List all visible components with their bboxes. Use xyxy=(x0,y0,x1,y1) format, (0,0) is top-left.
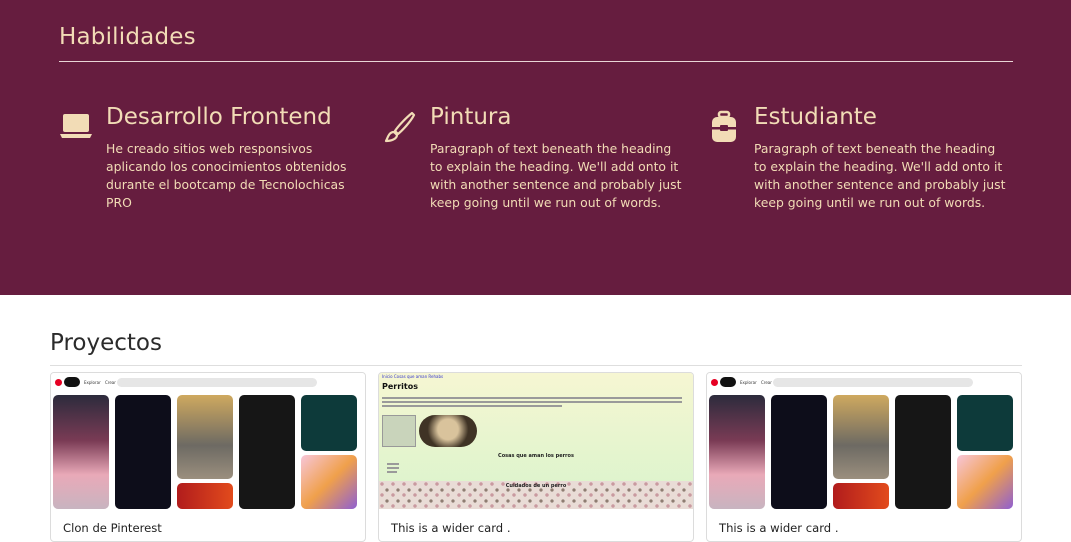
project-card[interactable]: Explorar Crear This is a wider card . xyxy=(706,372,1022,542)
thumb-heading: Perritos xyxy=(382,382,419,391)
thumb-pin-totoro xyxy=(177,395,233,479)
skill-title: Desarrollo Frontend xyxy=(106,104,332,130)
thumb-pin-dark xyxy=(771,395,827,509)
laptop-icon xyxy=(59,110,93,144)
project-thumbnail[interactable]: Explorar Crear xyxy=(51,373,365,509)
thumb-text-line xyxy=(382,397,682,399)
thumb-subheading-1: Cosas que aman los perros xyxy=(498,453,574,459)
thumb-navbar: Explorar Crear xyxy=(51,373,365,393)
thumb-pin-teal xyxy=(957,395,1013,451)
thumb-text-line xyxy=(387,463,399,465)
thumb-pin-keyboard xyxy=(239,395,295,509)
thumb-pug-photo xyxy=(419,415,477,447)
pinterest-logo-icon xyxy=(711,379,718,386)
projects-divider xyxy=(50,365,1022,366)
thumb-subheading-2: Cuidados de un perro xyxy=(505,483,567,489)
thumb-pin-red xyxy=(177,483,233,509)
thumb-pin-keyboard xyxy=(895,395,951,509)
project-card[interactable]: Inicio Cosas que aman Rehabs Perritos Co… xyxy=(378,372,694,542)
thumb-pin-flowers xyxy=(957,455,1013,509)
skill-title: Pintura xyxy=(430,104,512,130)
pinterest-logo-icon xyxy=(55,379,62,386)
project-card-label: This is a wider card . xyxy=(719,521,839,535)
thumb-explore-text: Explorar xyxy=(84,380,101,385)
thumb-text-line xyxy=(382,405,562,407)
skills-title: Habilidades xyxy=(59,24,196,50)
thumb-create-text: Crear xyxy=(105,380,116,385)
thumb-pin-totoro xyxy=(833,395,889,479)
thumb-home-pill xyxy=(64,377,80,387)
projects-title: Proyectos xyxy=(50,330,162,356)
thumb-search-bar xyxy=(773,378,973,387)
thumb-pin-blossom xyxy=(709,395,765,509)
thumb-explore-text: Explorar xyxy=(740,380,757,385)
thumb-search-bar xyxy=(117,378,317,387)
thumb-cat-photo xyxy=(382,415,416,447)
thumb-text-line xyxy=(382,401,682,403)
project-card[interactable]: Explorar Crear Clon de Pinterest xyxy=(50,372,366,542)
skill-description: Paragraph of text beneath the heading to… xyxy=(430,141,682,210)
thumb-pin-blossom xyxy=(53,395,109,509)
thumb-text-line xyxy=(387,467,399,469)
thumb-pin-teal xyxy=(301,395,357,451)
skill-title: Estudiante xyxy=(754,104,877,130)
thumb-create-text: Crear xyxy=(761,380,772,385)
thumb-pin-dark xyxy=(115,395,171,509)
thumb-pin-red xyxy=(833,483,889,509)
project-thumbnail[interactable]: Inicio Cosas que aman Rehabs Perritos Co… xyxy=(379,373,693,509)
thumb-text-line xyxy=(387,471,397,473)
thumb-perritos-page: Inicio Cosas que aman Rehabs Perritos Co… xyxy=(379,373,693,509)
project-card-label: This is a wider card . xyxy=(391,521,511,535)
skills-section: Habilidades Desarrollo Frontend He cread… xyxy=(0,0,1071,295)
skill-description: Paragraph of text beneath the heading to… xyxy=(754,141,1006,210)
project-card-label: Clon de Pinterest xyxy=(63,521,162,535)
project-thumbnail[interactable]: Explorar Crear xyxy=(707,373,1021,509)
skills-divider xyxy=(59,61,1013,62)
thumb-home-pill xyxy=(720,377,736,387)
thumb-links: Inicio Cosas que aman Rehabs xyxy=(382,374,444,379)
brush-icon xyxy=(383,110,417,144)
backpack-icon xyxy=(707,110,741,144)
skill-description: He creado sitios web responsivos aplican… xyxy=(106,141,347,210)
thumb-navbar: Explorar Crear xyxy=(707,373,1021,393)
thumb-pin-flowers xyxy=(301,455,357,509)
